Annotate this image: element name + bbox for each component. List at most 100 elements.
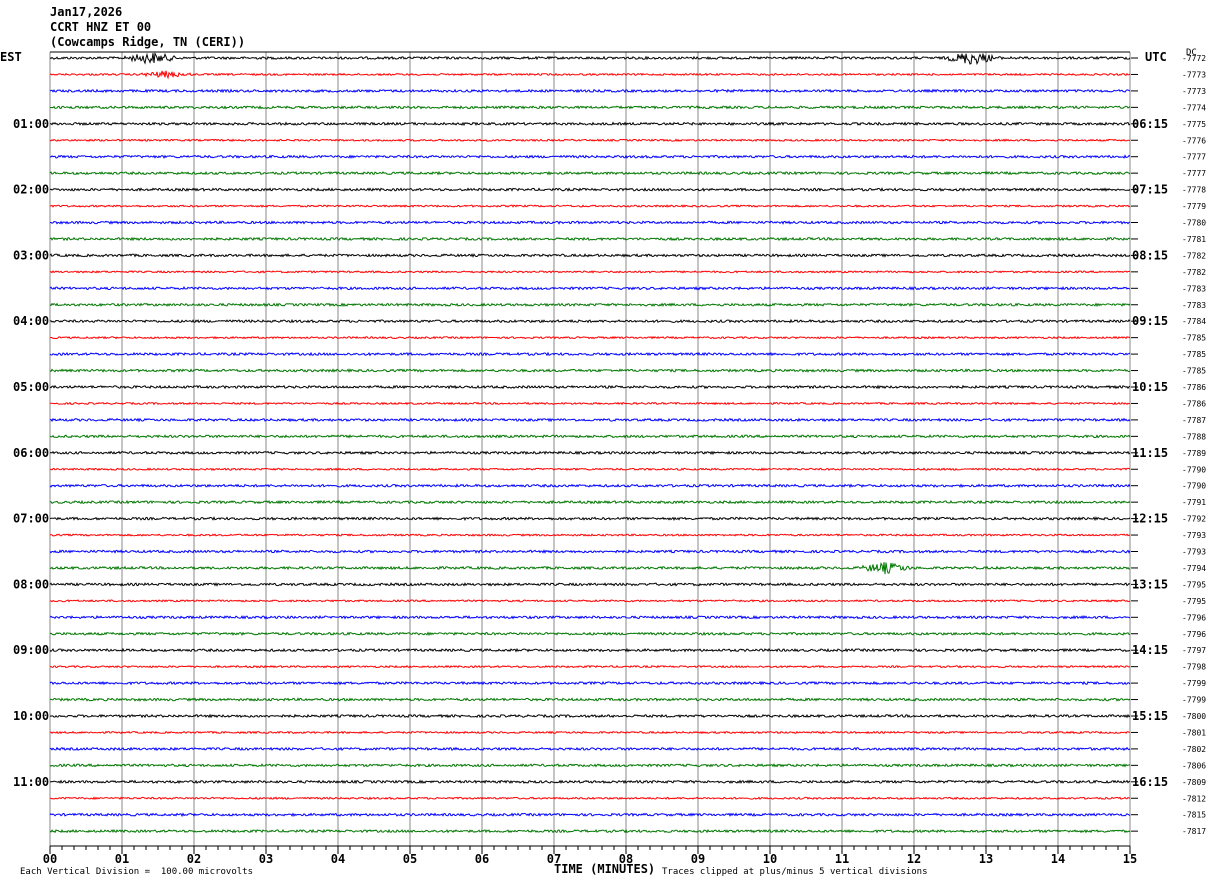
trace-line <box>49 170 1131 176</box>
trace-line <box>49 351 1131 357</box>
utc-hour-label: 12:15 <box>1132 512 1168 526</box>
dc-offset-label: -7799 <box>1182 679 1206 688</box>
dc-offset-label: -7783 <box>1182 284 1206 293</box>
xaxis-tick-label: 11 <box>835 852 849 866</box>
utc-hour-label: 16:15 <box>1132 775 1168 789</box>
dc-offset-label: -7783 <box>1182 301 1206 310</box>
dc-offset-label: -7790 <box>1182 482 1206 491</box>
trace-line <box>49 434 1131 439</box>
trace-line <box>49 533 1131 537</box>
dc-offset-label: -7777 <box>1182 153 1206 162</box>
dc-offset-label: -7815 <box>1182 811 1206 820</box>
trace-line <box>49 549 1131 554</box>
est-hour-label: 03:00 <box>13 248 49 262</box>
dc-offset-label: -7785 <box>1182 334 1206 343</box>
trace-line <box>50 220 1131 225</box>
trace-line <box>49 138 1131 143</box>
xaxis-tick-label: 01 <box>115 852 129 866</box>
utc-hour-label: 06:15 <box>1132 117 1168 131</box>
trace-line <box>50 599 1131 603</box>
footer-scale-note: Each Vertical Division = 100.00 microvol… <box>20 867 253 877</box>
est-hour-label: 08:00 <box>13 577 49 591</box>
dc-offset-label: -7817 <box>1182 827 1206 836</box>
est-hour-label: 09:00 <box>13 643 49 657</box>
dc-offset-label: -7775 <box>1182 120 1206 129</box>
trace-line <box>49 88 1131 94</box>
xaxis-tick-label: 02 <box>187 852 201 866</box>
dc-offset-label: -7786 <box>1182 383 1206 392</box>
trace-line <box>50 796 1131 801</box>
trace-line <box>49 730 1131 735</box>
trace-line <box>49 154 1131 160</box>
dc-offset-label: -7793 <box>1182 531 1206 540</box>
xaxis-tick-label: 04 <box>331 852 345 866</box>
dc-offset-label: -7796 <box>1182 613 1206 622</box>
trace-line <box>49 779 1131 785</box>
xaxis-tick-label: 10 <box>763 852 777 866</box>
dc-offset-label: -7781 <box>1182 235 1206 244</box>
xaxis-tick-label: 13 <box>979 852 993 866</box>
dc-offset-label: -7796 <box>1182 630 1206 639</box>
dc-offset-label: -7786 <box>1182 399 1206 408</box>
utc-hour-label: 08:15 <box>1132 248 1168 262</box>
trace-line <box>49 368 1131 373</box>
dc-offset-label: -7785 <box>1182 367 1206 376</box>
xaxis-tick-label: 09 <box>691 852 705 866</box>
dc-offset-label: -7789 <box>1182 449 1206 458</box>
dc-offset-label: -7802 <box>1182 745 1206 754</box>
trace-line <box>49 516 1131 522</box>
est-hour-label: 10:00 <box>13 709 49 723</box>
trace-line <box>49 335 1131 340</box>
dc-offset-label: -7773 <box>1182 70 1206 79</box>
xaxis-tick-label: 06 <box>475 852 489 866</box>
trace-line <box>49 664 1131 669</box>
xaxis-tick-label: 12 <box>907 852 921 866</box>
xaxis-tick-label: 03 <box>259 852 273 866</box>
trace-line <box>49 812 1131 818</box>
dc-offset-label: -7785 <box>1182 350 1206 359</box>
trace-line <box>49 713 1131 719</box>
seismogram-plot: -7772 -7773 -7773 -7774 -7775 -7776 -7777 -7777… <box>13 51 1206 866</box>
est-hour-label: 02:00 <box>13 183 49 197</box>
xaxis-tick-label: 05 <box>403 852 417 866</box>
trace-line <box>49 582 1131 587</box>
trace-line <box>49 286 1131 291</box>
dc-offset-label: -7812 <box>1182 794 1206 803</box>
est-hour-label: 01:00 <box>13 117 49 131</box>
est-hour-label: 06:00 <box>13 446 49 460</box>
trace-line <box>49 562 1131 575</box>
dc-offset-label: -7773 <box>1182 87 1206 96</box>
dc-offset-label: -7798 <box>1182 663 1206 672</box>
dc-offset-label: -7784 <box>1182 317 1206 326</box>
utc-hour-label: 14:15 <box>1132 643 1168 657</box>
xaxis-tick-label: 00 <box>43 852 57 866</box>
utc-hour-label: 09:15 <box>1132 314 1168 328</box>
trace-line <box>49 253 1131 258</box>
dc-offset-label: -7799 <box>1182 696 1206 705</box>
trace-line <box>49 236 1131 242</box>
dc-offset-label: -7774 <box>1182 103 1206 112</box>
trace-line <box>49 746 1131 752</box>
dc-offset-label: -7772 <box>1182 54 1206 63</box>
trace-line <box>49 401 1131 406</box>
est-hour-label: 11:00 <box>13 775 49 789</box>
dc-offset-label: -7782 <box>1182 268 1206 277</box>
est-hour-label: 07:00 <box>13 512 49 526</box>
dc-offset-label: -7788 <box>1182 432 1206 441</box>
utc-hour-label: 13:15 <box>1132 577 1168 591</box>
dc-offset-label: -7797 <box>1182 646 1206 655</box>
dc-offset-label: -7780 <box>1182 219 1206 228</box>
trace-line <box>49 318 1131 324</box>
dc-offset-label: -7790 <box>1182 465 1206 474</box>
utc-hour-label: 11:15 <box>1132 446 1168 460</box>
trace-line <box>49 499 1131 505</box>
trace-line <box>49 828 1131 834</box>
utc-hour-label: 10:15 <box>1132 380 1168 394</box>
dc-offset-label: -7801 <box>1182 728 1206 737</box>
trace-line <box>49 302 1131 308</box>
dc-offset-label: -7794 <box>1182 564 1206 573</box>
trace-line <box>49 680 1131 686</box>
trace-line <box>49 270 1131 274</box>
xaxis-tick-label: 15 <box>1123 852 1137 866</box>
utc-hour-label: 07:15 <box>1132 183 1168 197</box>
